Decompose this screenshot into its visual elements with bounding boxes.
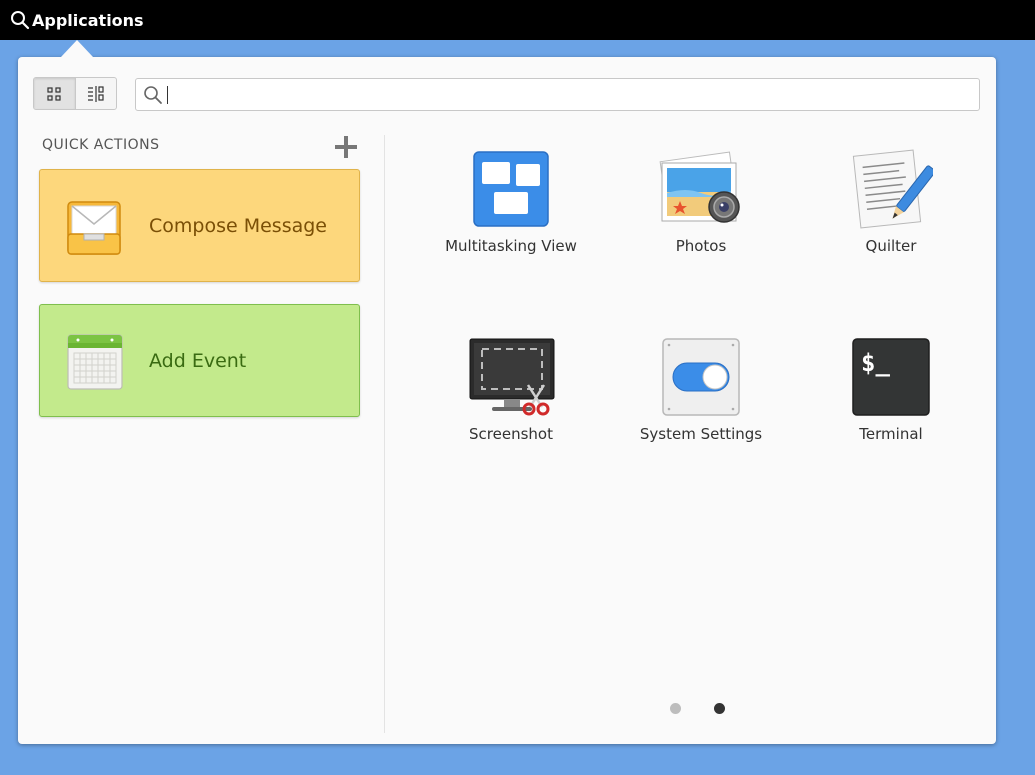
panel-divider [384,135,385,733]
app-multitasking-view[interactable]: Multitasking View [421,147,601,255]
calendar-icon [67,334,123,390]
quick-actions-heading: QUICK ACTIONS [42,137,160,153]
app-quilter[interactable]: Quilter [801,147,981,255]
compose-message-label: Compose Message [149,214,327,237]
photos-icon [659,151,740,223]
applications-popover: QUICK ACTIONS Compose Message Add Event … [18,57,996,744]
multitasking-view-icon [473,151,549,227]
page-dot-2[interactable] [714,703,725,714]
app-terminal[interactable]: $_ Terminal [801,335,981,443]
screenshot-icon [469,338,555,416]
applications-menu-button[interactable]: Applications [10,8,144,32]
app-system-settings[interactable]: System Settings [611,335,791,443]
grid-view-button[interactable] [34,78,75,109]
app-photos[interactable]: Photos [611,147,791,255]
compose-message-action[interactable]: Compose Message [39,169,360,282]
top-panel: Applications [0,0,1035,40]
search-field[interactable] [135,78,980,111]
app-screenshot[interactable]: Screenshot [421,335,601,443]
add-event-label: Add Event [149,349,247,372]
app-name: Multitasking View [445,237,577,255]
category-view-icon [87,85,104,102]
quilter-icon [852,149,933,229]
app-name: Terminal [859,425,923,443]
mail-inbox-icon [67,201,121,255]
category-view-button[interactable] [74,78,117,109]
add-event-action[interactable]: Add Event [39,304,360,417]
search-icon [144,85,162,104]
app-name: Quilter [865,237,917,255]
terminal-icon: $_ [852,338,930,416]
app-name: Photos [675,237,727,255]
system-settings-icon [662,338,740,416]
view-toggle [33,77,117,110]
app-name: Screenshot [469,425,553,443]
page-dot-1[interactable] [670,703,681,714]
text-caret [167,85,168,104]
terminal-prompt: $_ [861,349,890,377]
search-icon [11,11,30,30]
grid-view-icon [47,86,61,101]
page-indicator [670,703,730,715]
plus-icon[interactable] [334,135,358,159]
search-input[interactable] [172,84,979,105]
applications-menu-label: Applications [32,10,144,30]
app-name: System Settings [639,425,763,443]
popover-pointer [61,40,93,57]
